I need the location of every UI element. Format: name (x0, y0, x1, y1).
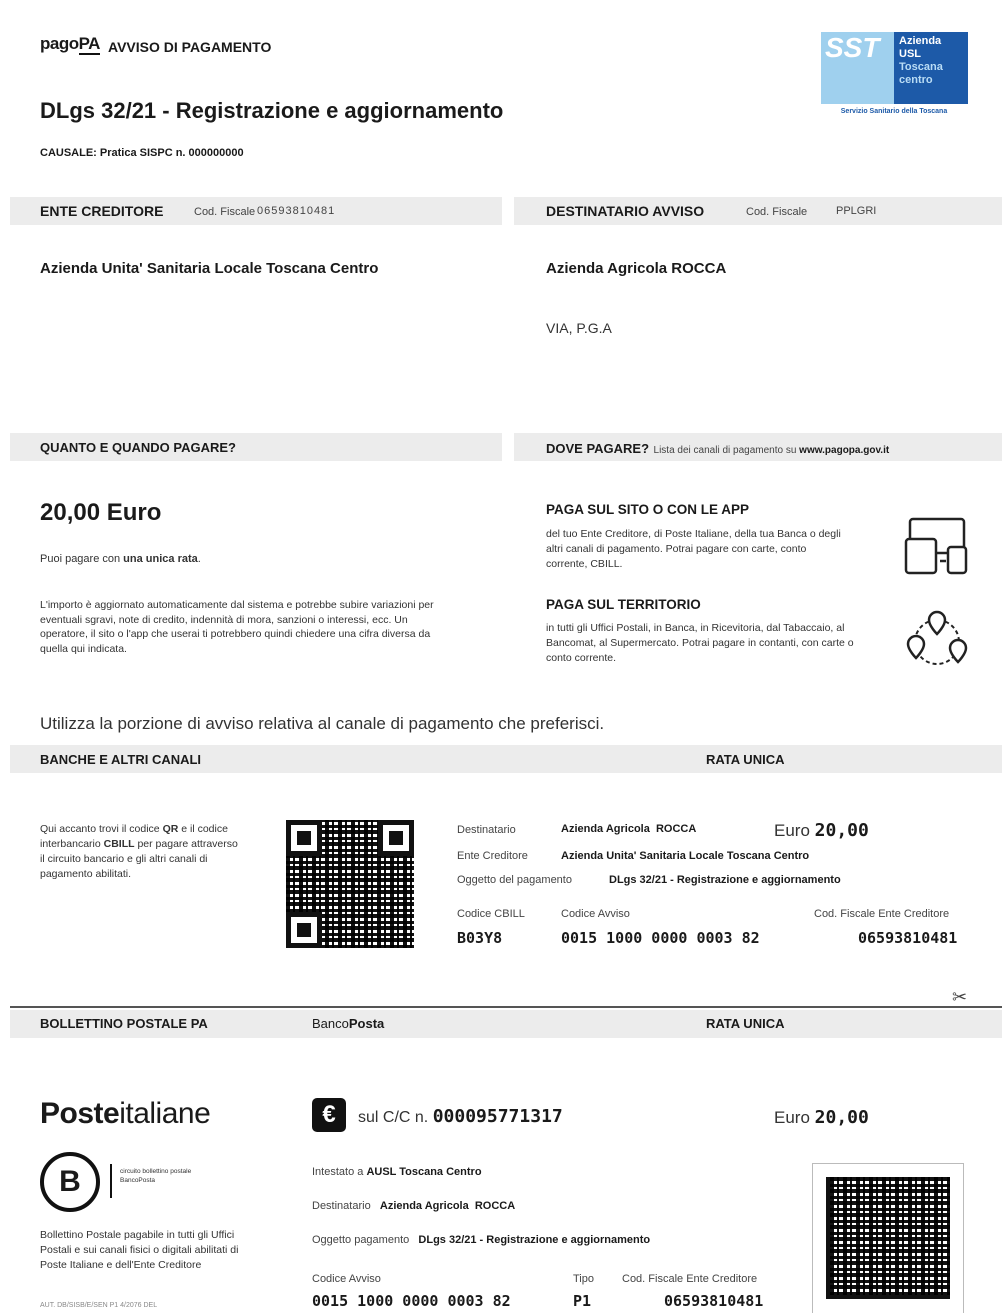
rata-text: Puoi pagare con una unica rata. (40, 553, 201, 565)
cc-line: sul C/C n. 000095771317 (358, 1106, 563, 1127)
banche-ente-label: Ente Creditore (457, 850, 528, 862)
causale: CAUSALE: Pratica SISPC n. 000000000 (40, 147, 244, 159)
bollettino-cf-label: Cod. Fiscale Ente Creditore (622, 1273, 758, 1285)
banche-desc: Qui accanto trovi il codice QR e il codi… (40, 823, 238, 880)
banche-avviso-label: Codice Avviso (561, 908, 630, 920)
amount-note: L'importo è aggiornato automaticamente d… (40, 599, 434, 655)
online-text: del tuo Ente Creditore, di Poste Italian… (546, 528, 841, 570)
map-pins-icon (906, 610, 968, 665)
online-title: PAGA SUL SITO O CON LE APP (546, 502, 750, 517)
datamatrix-code (826, 1177, 950, 1299)
destinatario-address: VIA, P.G.A (546, 320, 612, 336)
territory-text: in tutti gli Uffici Postali, in Banca, i… (546, 622, 854, 664)
tipo-label: Tipo (573, 1273, 594, 1285)
banche-dest-label: Destinatario (457, 824, 516, 836)
devices-icon (904, 517, 968, 575)
page-title: DLgs 32/21 - Registrazione e aggiornamen… (40, 98, 504, 123)
bollettino-cf-value: 06593810481 (664, 1292, 764, 1310)
dove-heading-wrap: DOVE PAGARE? Lista dei canali di pagamen… (546, 440, 889, 458)
notice-title: AVVISO DI PAGAMENTO (108, 39, 272, 55)
bollettino-avviso-value: 0015 1000 0000 0003 82 (312, 1292, 511, 1310)
ente-cf-value: 06593810481 (257, 205, 336, 217)
banche-avviso-value: 0015 1000 0000 0003 82 (561, 929, 760, 947)
banche-oggetto-label: Oggetto del pagamento (457, 874, 572, 886)
cbill-label: Codice CBILL (457, 908, 525, 920)
cbill-value: B03Y8 (457, 929, 503, 947)
usl-logo: SST Azienda USL Toscana centro Servizio Sa… (818, 32, 970, 116)
aut-text: AUT. DB/SISB/E/SEN P1 4/2076 DEL (40, 1302, 158, 1309)
instruction: Utilizza la porzione di avviso relativa … (40, 714, 605, 733)
banche-dest-value: Azienda Agricola ROCCA (561, 823, 697, 835)
bollettino-euro: Euro 20,00 (774, 1107, 869, 1128)
banche-ente-value: Azienda Unita' Sanitaria Locale Toscana … (561, 850, 810, 862)
banche-euro: Euro 20,00 (774, 820, 869, 841)
banche-rata: RATA UNICA (706, 752, 785, 767)
cut-line (10, 1006, 1002, 1008)
qr-code (286, 820, 414, 948)
territory-title: PAGA SUL TERRITORIO (546, 597, 701, 612)
intestato-line: Intestato a AUSL Toscana Centro (312, 1166, 482, 1178)
bollettino-avviso-label: Codice Avviso (312, 1273, 381, 1285)
pagopa-site-link[interactable]: www.pagopa.gov.it (799, 445, 889, 456)
banche-cf-label: Cod. Fiscale Ente Creditore (814, 908, 950, 920)
b-logo-caption: circuito bollettino postale BancoPosta (120, 1168, 192, 1184)
quanto-heading: QUANTO E QUANDO PAGARE? (40, 440, 236, 455)
banche-cf-value: 06593810481 (858, 929, 958, 947)
b-logo-divider (110, 1164, 112, 1198)
tipo-value: P1 (573, 1292, 592, 1310)
usl-box: Azienda USL Toscana centro (894, 32, 968, 104)
ente-cf-label: Cod. Fiscale (194, 206, 256, 218)
bollettino-heading: BOLLETTINO POSTALE PA (40, 1016, 208, 1031)
scissors-icon[interactable]: ✂ (952, 987, 967, 1008)
bollettino-b-logo: B (40, 1152, 100, 1212)
bollettino-rata: RATA UNICA (706, 1016, 785, 1031)
poste-italiane-logo: Posteitaliane (40, 1097, 211, 1130)
bollettino-oggetto-line: Oggetto pagamento DLgs 32/21 - Registraz… (312, 1234, 651, 1246)
dest-cf-value: PPLGRI (836, 205, 877, 217)
dove-heading: DOVE PAGARE? (546, 441, 650, 456)
dove-sub: Lista dei canali di pagamento su (653, 445, 800, 456)
euro-icon: € (312, 1098, 346, 1132)
banche-heading: BANCHE E ALTRI CANALI (40, 752, 202, 767)
pagopa-logo: pagoPA (40, 34, 100, 55)
bollettino-desc: Bollettino Postale pagabile in tutti gli… (40, 1229, 239, 1271)
amount: 20,00 Euro (40, 499, 162, 526)
ente-name: Azienda Unita' Sanitaria Locale Toscana … (40, 260, 379, 277)
destinatario-name: Azienda Agricola ROCCA (546, 260, 727, 277)
ente-heading: ENTE CREDITORE (40, 203, 164, 219)
bollettino-dest-line: Destinatario Azienda Agricola ROCCA (312, 1200, 516, 1212)
bancoposta-label: BancoPosta (312, 1016, 385, 1031)
destinatario-heading: DESTINATARIO AVVISO (546, 203, 705, 219)
sst-mark: SST (821, 32, 895, 104)
banche-oggetto-value: DLgs 32/21 - Registrazione e aggiornamen… (609, 874, 841, 886)
dest-cf-label: Cod. Fiscale (746, 206, 808, 218)
